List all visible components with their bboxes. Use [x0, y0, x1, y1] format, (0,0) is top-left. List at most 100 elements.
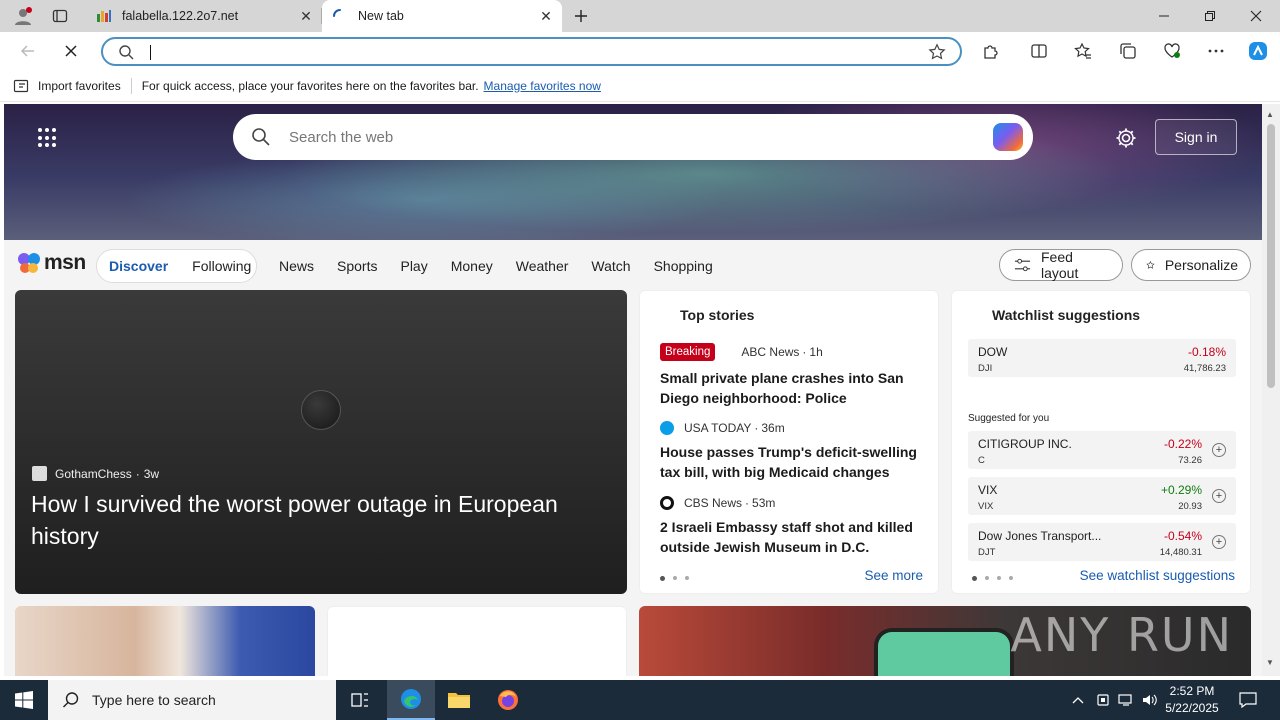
- network-icon[interactable]: [1116, 680, 1136, 720]
- taskbar-search-box[interactable]: Type here to search: [48, 680, 336, 720]
- back-button[interactable]: [13, 36, 43, 66]
- tab-following[interactable]: Following: [192, 258, 251, 274]
- tab-new-tab[interactable]: New tab ✕: [322, 0, 562, 32]
- story-headline[interactable]: House passes Trump's deficit-swelling ta…: [660, 442, 928, 482]
- minimize-button[interactable]: [1141, 0, 1187, 32]
- carousel-dots[interactable]: [660, 576, 697, 581]
- add-to-watchlist-icon[interactable]: +: [1212, 443, 1226, 457]
- copilot-icon[interactable]: [993, 123, 1023, 151]
- import-favorites-label: Import favorites: [38, 78, 121, 93]
- quote-change: +0.29%: [1160, 483, 1202, 497]
- plus-icon: [575, 10, 587, 22]
- story-item[interactable]: Breaking ABC News · 1h Small private pla…: [660, 343, 928, 408]
- manage-favorites-link[interactable]: Manage favorites now: [484, 79, 601, 93]
- copilot-button[interactable]: [1243, 36, 1273, 66]
- scroll-up-arrow-icon[interactable]: ▲: [1266, 110, 1274, 119]
- edge-taskbar-button[interactable]: [387, 680, 435, 720]
- task-view-button[interactable]: [336, 680, 384, 720]
- search-icon: [63, 692, 79, 708]
- import-favorites-button[interactable]: Import favorites: [13, 78, 121, 94]
- carousel-dots[interactable]: [972, 576, 1021, 581]
- add-to-watchlist-icon[interactable]: +: [1212, 535, 1226, 549]
- story-item[interactable]: CBS News · 53m 2 Israeli Embassy staff s…: [660, 496, 928, 557]
- favorite-star-icon[interactable]: [928, 43, 946, 61]
- close-tab-icon[interactable]: ✕: [298, 8, 314, 24]
- web-search-box[interactable]: Search the web: [233, 114, 1033, 160]
- watchlist-title: Watchlist suggestions: [992, 307, 1141, 323]
- tab-falabella[interactable]: falabella.122.2o7.net ✕: [86, 0, 322, 32]
- back-arrow-icon: [20, 45, 34, 57]
- nav-money[interactable]: Money: [451, 258, 493, 274]
- close-tab-icon[interactable]: ✕: [538, 8, 554, 24]
- favorites-hint: For quick access, place your favorites h…: [141, 78, 479, 93]
- sign-in-button[interactable]: Sign in: [1155, 119, 1237, 155]
- video-headline[interactable]: How I survived the worst power outage in…: [31, 488, 611, 552]
- scroll-down-arrow-icon[interactable]: ▼: [1266, 658, 1274, 667]
- story-item[interactable]: USA TODAY · 36m House passes Trump's def…: [660, 421, 928, 482]
- restore-button[interactable]: [1187, 0, 1233, 32]
- page-scrollbar[interactable]: ▲ ▼: [1262, 104, 1280, 676]
- tab-actions-button[interactable]: [45, 1, 75, 31]
- msn-logo[interactable]: msn: [16, 250, 86, 276]
- close-window-button[interactable]: [1233, 0, 1279, 32]
- action-center-button[interactable]: [1234, 680, 1262, 720]
- start-button[interactable]: [0, 680, 48, 720]
- restore-icon: [1205, 11, 1215, 21]
- nav-news[interactable]: News: [279, 258, 314, 274]
- quote-row-vix[interactable]: VIX VIX +0.29% 20.93 +: [968, 477, 1236, 515]
- scrollbar-thumb[interactable]: [1267, 124, 1275, 388]
- device-tray-icon[interactable]: [1094, 680, 1112, 720]
- nav-shopping[interactable]: Shopping: [654, 258, 713, 274]
- top-stories-card: Top stories Breaking ABC News · 1h Small…: [639, 290, 939, 594]
- file-explorer-button[interactable]: [435, 680, 483, 720]
- tab-discover[interactable]: Discover: [109, 258, 168, 274]
- featured-video-card[interactable]: GothamChess · 3w How I survived the wors…: [15, 290, 627, 594]
- app-launcher-icon[interactable]: [38, 128, 58, 148]
- extensions-button[interactable]: [976, 36, 1006, 66]
- story-source: USA TODAY: [684, 421, 752, 435]
- see-watchlist-link[interactable]: See watchlist suggestions: [1080, 568, 1235, 583]
- browser-essentials-button[interactable]: [1157, 36, 1187, 66]
- quote-symbol: DJT: [978, 547, 996, 558]
- quote-row-djt[interactable]: Dow Jones Transport... DJT -0.54% 14,480…: [968, 523, 1236, 561]
- minimize-icon: [1159, 15, 1169, 17]
- windows-taskbar: Type here to search 2:52 PM 5/22/2025: [0, 680, 1280, 720]
- loading-spinner-icon: [332, 8, 348, 24]
- feed-layout-button[interactable]: Feed layout: [999, 249, 1123, 281]
- quote-price: 73.26: [1178, 455, 1202, 466]
- story-headline[interactable]: 2 Israeli Embassy staff shot and killed …: [660, 517, 928, 557]
- add-to-watchlist-icon[interactable]: +: [1212, 489, 1226, 503]
- nav-sports[interactable]: Sports: [337, 258, 377, 274]
- favorites-button[interactable]: [1068, 36, 1098, 66]
- new-tab-button[interactable]: [566, 1, 596, 31]
- meta-separator: ·: [745, 496, 750, 510]
- tray-overflow-chevron-icon[interactable]: [1068, 680, 1088, 720]
- category-nav: News Sports Play Money Weather Watch Sho…: [279, 258, 736, 274]
- split-screen-button[interactable]: [1024, 36, 1054, 66]
- see-more-link[interactable]: See more: [864, 568, 923, 583]
- stop-loading-button[interactable]: [56, 36, 86, 66]
- nav-play[interactable]: Play: [400, 258, 427, 274]
- taskbar-clock[interactable]: 2:52 PM 5/22/2025: [1160, 683, 1224, 717]
- news-image-card[interactable]: [15, 606, 315, 676]
- personalize-button[interactable]: Personalize: [1131, 249, 1251, 281]
- settings-gear-icon[interactable]: [1114, 126, 1138, 150]
- usa-today-logo-icon: [660, 421, 674, 435]
- more-horizontal-icon: [1208, 49, 1224, 53]
- address-bar[interactable]: [101, 37, 962, 66]
- story-age: 36m: [761, 421, 785, 435]
- sparkle-star-icon: [1146, 260, 1155, 269]
- volume-icon[interactable]: [1140, 680, 1160, 720]
- quote-symbol: C: [978, 455, 985, 466]
- collections-button[interactable]: [1113, 36, 1143, 66]
- firefox-taskbar-button[interactable]: [484, 680, 532, 720]
- profile-button[interactable]: [8, 1, 38, 31]
- quote-row-dow[interactable]: DOW DJI -0.18% 41,786.23: [968, 339, 1236, 377]
- nav-watch[interactable]: Watch: [591, 258, 630, 274]
- video-source: GothamChess · 3w: [32, 466, 159, 481]
- phone-promo-card[interactable]: ANY RUN: [639, 606, 1251, 676]
- story-headline[interactable]: Small private plane crashes into San Die…: [660, 368, 928, 408]
- nav-weather[interactable]: Weather: [516, 258, 569, 274]
- more-options-button[interactable]: [1201, 36, 1231, 66]
- quote-row-citigroup[interactable]: CITIGROUP INC. C -0.22% 73.26 +: [968, 431, 1236, 469]
